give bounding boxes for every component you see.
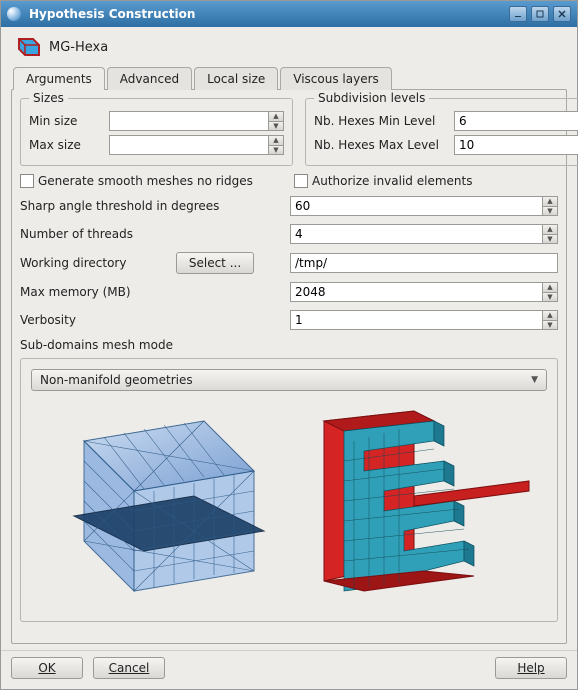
- verbosity-input[interactable]: [290, 310, 542, 330]
- maxmem-label: Max memory (MB): [20, 285, 280, 299]
- preview-nonmanifold-cube: [44, 401, 274, 601]
- spin-up-icon[interactable]: ▲: [269, 136, 283, 146]
- mesh-previews: [31, 391, 547, 611]
- maxmem-input[interactable]: [290, 282, 542, 302]
- close-button[interactable]: [553, 6, 571, 22]
- tab-advanced[interactable]: Advanced: [107, 67, 192, 90]
- hex-min-spinbox[interactable]: ▲▼: [454, 111, 578, 131]
- generate-smooth-checkbox[interactable]: [20, 174, 34, 188]
- threads-spinbox[interactable]: ▲▼: [290, 224, 558, 244]
- max-size-input[interactable]: [109, 135, 268, 155]
- tab-arguments[interactable]: Arguments: [13, 67, 105, 90]
- spin-down-icon[interactable]: ▼: [543, 235, 557, 244]
- workdir-input[interactable]: [290, 253, 558, 273]
- subdomains-mode-value: Non-manifold geometries: [40, 373, 531, 387]
- preview-staircase-hex: [294, 401, 534, 601]
- window-root: Hypothesis Construction MG-Hexa Argument…: [0, 0, 578, 690]
- verbosity-spinbox[interactable]: ▲▼: [290, 310, 558, 330]
- hypothesis-name: MG-Hexa: [49, 40, 108, 55]
- sharp-angle-input[interactable]: [290, 196, 542, 216]
- window-title: Hypothesis Construction: [29, 7, 195, 21]
- min-size-input[interactable]: [109, 111, 268, 131]
- cancel-button[interactable]: Cancel: [93, 657, 165, 679]
- hex-max-label: Nb. Hexes Max Level: [314, 138, 444, 152]
- authorize-invalid-checkbox[interactable]: [294, 174, 308, 188]
- spin-down-icon[interactable]: ▼: [543, 321, 557, 330]
- titlebar: Hypothesis Construction: [1, 1, 577, 27]
- tab-viscous-layers[interactable]: Viscous layers: [280, 67, 392, 90]
- maxmem-spinbox[interactable]: ▲▼: [290, 282, 558, 302]
- close-icon: [558, 10, 566, 18]
- spin-down-icon[interactable]: ▼: [269, 122, 283, 131]
- maximize-icon: [536, 10, 544, 18]
- group-subdivision: Subdivision levels Nb. Hexes Min Level ▲…: [305, 98, 578, 166]
- sharp-angle-spinbox[interactable]: ▲▼: [290, 196, 558, 216]
- mg-hexa-icon: [13, 35, 41, 59]
- hex-min-input[interactable]: [454, 111, 578, 131]
- max-size-spinbox[interactable]: ▲▼: [109, 135, 284, 155]
- subdomains-legend: Sub-domains mesh mode: [20, 338, 558, 352]
- hex-min-label: Nb. Hexes Min Level: [314, 114, 444, 128]
- group-sizes-legend: Sizes: [29, 91, 68, 105]
- spin-down-icon[interactable]: ▼: [543, 207, 557, 216]
- spin-down-icon[interactable]: ▼: [269, 146, 283, 155]
- threads-input[interactable]: [290, 224, 542, 244]
- tab-bar: Arguments Advanced Local size Viscous la…: [11, 66, 567, 90]
- app-icon: [7, 7, 21, 21]
- generate-smooth-label: Generate smooth meshes no ridges: [38, 174, 253, 188]
- chevron-down-icon: ▼: [531, 375, 538, 385]
- group-subdivision-legend: Subdivision levels: [314, 91, 429, 105]
- select-workdir-button[interactable]: Select ...: [176, 252, 254, 274]
- tab-local-size[interactable]: Local size: [194, 67, 278, 90]
- authorize-invalid-label: Authorize invalid elements: [312, 174, 472, 188]
- tab-pane-arguments: Sizes Min size ▲▼ Max size ▲▼: [11, 89, 567, 644]
- max-size-label: Max size: [29, 138, 99, 152]
- hex-max-spinbox[interactable]: ▲▼: [454, 135, 578, 155]
- minimize-icon: [514, 10, 522, 18]
- threads-label: Number of threads: [20, 227, 280, 241]
- dialog-button-bar: OK Cancel Help: [1, 650, 577, 689]
- min-size-label: Min size: [29, 114, 99, 128]
- workdir-label: Working directory: [20, 256, 140, 270]
- verbosity-label: Verbosity: [20, 313, 280, 327]
- hypothesis-header: MG-Hexa: [11, 33, 567, 65]
- spin-up-icon[interactable]: ▲: [543, 197, 557, 207]
- help-button[interactable]: Help: [495, 657, 567, 679]
- hex-max-input[interactable]: [454, 135, 578, 155]
- spin-up-icon[interactable]: ▲: [543, 225, 557, 235]
- spin-down-icon[interactable]: ▼: [543, 293, 557, 302]
- min-size-spinbox[interactable]: ▲▼: [109, 111, 284, 131]
- spin-up-icon[interactable]: ▲: [543, 283, 557, 293]
- sharp-angle-label: Sharp angle threshold in degrees: [20, 199, 280, 213]
- group-sizes: Sizes Min size ▲▼ Max size ▲▼: [20, 98, 293, 166]
- subdomains-mode-combo[interactable]: Non-manifold geometries ▼: [31, 369, 547, 391]
- spin-up-icon[interactable]: ▲: [543, 311, 557, 321]
- subdomains-group: Non-manifold geometries ▼: [20, 358, 558, 622]
- maximize-button[interactable]: [531, 6, 549, 22]
- spin-up-icon[interactable]: ▲: [269, 112, 283, 122]
- content-area: MG-Hexa Arguments Advanced Local size Vi…: [1, 27, 577, 650]
- ok-button[interactable]: OK: [11, 657, 83, 679]
- minimize-button[interactable]: [509, 6, 527, 22]
